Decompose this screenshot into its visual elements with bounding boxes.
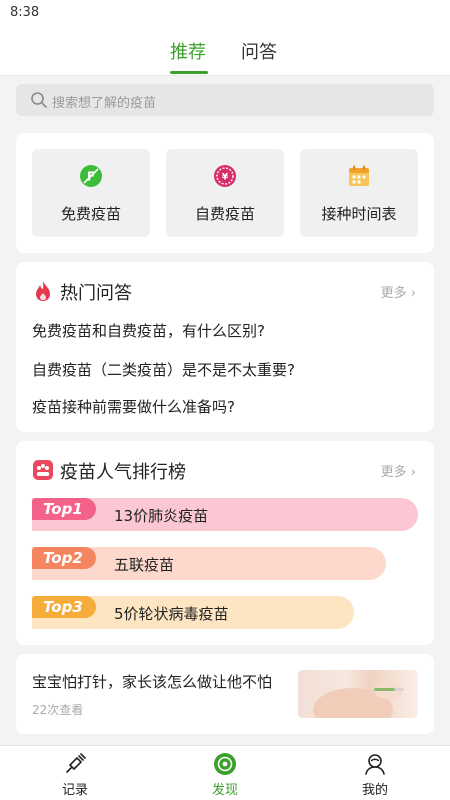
article-view-count: 22次查看 [32,703,84,717]
nav-discover[interactable]: 发现 [175,746,275,800]
nav-label: 记录 [61,783,88,798]
nav-record[interactable]: 记录 [25,746,125,800]
free-vaccine-icon: F [80,165,102,187]
nav-label: 我的 [361,783,388,798]
top-tab-bar: 推荐 问答 [0,26,450,76]
ranking-more-link[interactable]: 更多 › [381,461,416,480]
record-syringe-icon [66,753,86,773]
ranking-item-name: 五联疫苗 [114,556,175,574]
chevron-right-icon: › [410,286,416,301]
category-label: 自费疫苗 [194,205,255,223]
search-icon [31,92,47,108]
qa-item[interactable]: 免费疫苗和自费疫苗，有什么区别? [32,320,265,341]
hot-qa-more-link[interactable]: 更多 › [381,282,416,301]
category-free-vaccine[interactable]: F 免费疫苗 [32,149,150,237]
ranking-card: 疫苗人气排行榜 更多 › Top1 13价肺炎疫苗 Top2 五联疫苗 Top3… [16,441,434,645]
status-bar: 8:38 [0,0,450,26]
ranking-icon [33,460,53,480]
hot-qa-card: 热门问答 更多 › 免费疫苗和自费疫苗，有什么区别? 自费疫苗（二类疫苗）是不是… [16,262,434,432]
rank-badge: Top2 [32,547,96,569]
discover-icon [214,753,236,775]
profile-icon [365,754,385,775]
paid-vaccine-icon: ¥ [214,165,236,187]
category-label: 免费疫苗 [60,205,121,223]
active-tab-indicator [170,71,208,74]
article-thumbnail [298,670,418,718]
tab-recommend[interactable]: 推荐 [170,38,206,64]
qa-item[interactable]: 自费疫苗（二类疫苗）是不是不太重要? [32,359,295,380]
search-placeholder: 搜索想了解的疫苗 [52,96,157,111]
ranking-item-name: 5价轮状病毒疫苗 [114,605,229,623]
flame-icon [36,281,50,301]
nav-profile[interactable]: 我的 [325,746,425,800]
baby-injection-image [313,681,404,718]
hot-qa-title: 热门问答 [60,283,132,304]
category-card: F 免费疫苗 ¥ 自费疫苗 接种时间表 [16,133,434,253]
search-input[interactable]: 搜索想了解的疫苗 [16,84,434,116]
calendar-icon [349,165,369,186]
tab-qa[interactable]: 问答 [241,38,277,64]
category-paid-vaccine[interactable]: ¥ 自费疫苗 [166,149,284,237]
status-time: 8:38 [10,5,40,20]
svg-text:¥: ¥ [222,173,229,183]
rank-badge: Top3 [32,596,96,618]
qa-item[interactable]: 疫苗接种前需要做什么准备吗? [32,396,235,417]
article-title: 宝宝怕打针，家长该怎么做让他不怕 [32,673,273,691]
article-card[interactable]: 宝宝怕打针，家长该怎么做让他不怕 22次查看 [16,654,434,734]
ranking-item-2[interactable]: Top2 五联疫苗 [32,547,386,580]
bottom-nav: 记录 发现 我的 [0,745,450,800]
category-schedule[interactable]: 接种时间表 [300,149,418,237]
category-label: 接种时间表 [321,205,397,223]
ranking-item-name: 13价肺炎疫苗 [114,507,209,525]
nav-label: 发现 [211,783,238,798]
ranking-item-3[interactable]: Top3 5价轮状病毒疫苗 [32,596,354,629]
rank-badge: Top1 [32,498,96,520]
ranking-item-1[interactable]: Top1 13价肺炎疫苗 [32,498,418,531]
chevron-right-icon: › [410,465,416,480]
ranking-title: 疫苗人气排行榜 [60,462,186,483]
